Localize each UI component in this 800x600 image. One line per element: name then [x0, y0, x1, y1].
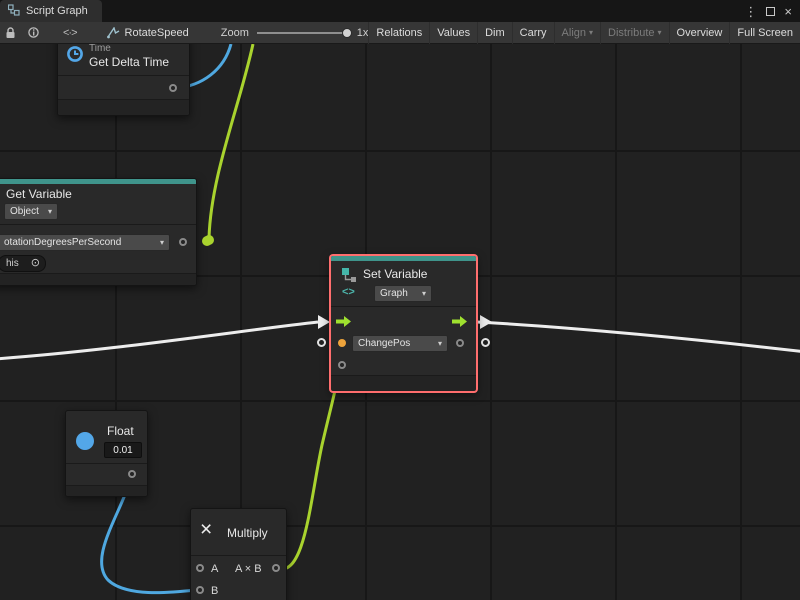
variable-name-dropdown[interactable]: otationDegreesPerSecond ▾: [0, 234, 170, 251]
distribute-button[interactable]: Distribute▾: [600, 22, 668, 44]
connection-socket-left[interactable]: [317, 338, 326, 347]
overview-button[interactable]: Overview: [669, 22, 730, 44]
port-multiply-b[interactable]: [196, 586, 204, 594]
node-divider: [331, 306, 476, 307]
chevron-down-icon: ▾: [658, 28, 662, 37]
zoom-value: 1x: [357, 27, 369, 39]
graph-name-label[interactable]: RotateSpeed: [125, 27, 189, 39]
chevron-down-icon: ▾: [438, 339, 442, 348]
port-float-output[interactable]: [128, 470, 136, 478]
node-footer: [66, 485, 147, 496]
port-set-variable-output[interactable]: [456, 339, 464, 347]
float-value: 0.01: [113, 445, 132, 456]
node-footer: [58, 99, 189, 115]
node-divider: [58, 75, 189, 76]
self-reference-field[interactable]: his ⊙: [0, 255, 46, 272]
node-float[interactable]: Float 0.01: [65, 410, 148, 497]
window-maximize-icon[interactable]: [766, 7, 775, 16]
carry-button[interactable]: Carry: [512, 22, 554, 44]
variable-name-value: ChangePos: [358, 338, 410, 349]
node-footer: [0, 273, 196, 285]
dim-button[interactable]: Dim: [477, 22, 512, 44]
port-delta-time-output[interactable]: [169, 84, 177, 92]
clock-icon: [66, 45, 84, 68]
chevron-down-icon: ▾: [48, 207, 52, 216]
zoom-slider[interactable]: [257, 32, 350, 34]
full-screen-button[interactable]: Full Screen: [729, 22, 800, 44]
script-graph-window: Time Get Delta Time Get Variable Object …: [0, 0, 800, 600]
window-close-icon[interactable]: ×: [784, 5, 792, 18]
port-set-variable-value[interactable]: [338, 361, 346, 369]
tab-bar: Script Graph ⋮ ×: [0, 0, 800, 22]
node-multiply[interactable]: × Multiply A A × B B: [190, 508, 287, 600]
port-get-variable-name[interactable]: [179, 238, 187, 246]
variable-name-dropdown[interactable]: ChangePos ▾: [352, 335, 448, 352]
node-accent-strip: [331, 256, 476, 261]
values-button[interactable]: Values: [429, 22, 477, 44]
chevron-down-icon: ▾: [422, 289, 426, 298]
port-multiply-a[interactable]: [196, 564, 204, 572]
chevron-down-icon: ▾: [589, 28, 593, 37]
flow-arrowhead-in: [318, 315, 330, 329]
scope-value: Object: [10, 206, 39, 217]
lock-icon[interactable]: [5, 22, 16, 44]
set-variable-icon: [341, 267, 357, 288]
code-view-icon[interactable]: <·>: [63, 22, 77, 44]
self-reference-label: his: [6, 258, 19, 269]
scope-value: Graph: [380, 288, 408, 299]
variable-name-value: otationDegreesPerSecond: [4, 237, 121, 248]
node-divider: [191, 555, 286, 556]
chevron-down-icon: ▾: [160, 238, 164, 247]
graph-asset-icon: [107, 22, 120, 44]
tab-script-graph[interactable]: Script Graph: [0, 0, 102, 22]
node-title: Get Variable: [6, 187, 72, 201]
node-get-variable[interactable]: Get Variable Object ▾ otationDegreesPerS…: [0, 178, 197, 286]
node-footer: [331, 375, 476, 391]
wire-white-out[interactable]: [477, 322, 800, 352]
zoom-label: Zoom: [221, 27, 249, 39]
connection-socket-right[interactable]: [481, 338, 490, 347]
flow-out-arrow-icon[interactable]: [452, 315, 468, 333]
flow-arrowhead-out: [480, 315, 492, 329]
port-label-output: A × B: [235, 563, 262, 575]
port-get-variable-output[interactable]: [202, 236, 212, 246]
zoom-slider-knob[interactable]: [342, 28, 352, 38]
node-title: Float: [107, 424, 134, 438]
info-icon[interactable]: [28, 22, 39, 44]
variable-scope-dropdown[interactable]: Object ▾: [4, 203, 58, 220]
multiply-icon: ×: [200, 519, 212, 540]
graph-tab-icon: [8, 4, 20, 19]
align-button[interactable]: Align▾: [554, 22, 600, 44]
port-set-variable-name[interactable]: [338, 339, 346, 347]
graph-toolbar: <·> RotateSpeed Zoom 1x Relations Values…: [0, 22, 800, 44]
window-controls: ⋮ ×: [744, 5, 800, 18]
wire-white-in[interactable]: [0, 322, 318, 359]
port-label-a: A: [211, 563, 218, 575]
wire-lime-top[interactable]: [209, 44, 253, 238]
float-type-icon: [76, 432, 94, 450]
variable-scope-dropdown[interactable]: Graph ▾: [374, 285, 432, 302]
port-label-b: B: [211, 585, 218, 597]
object-picker-icon[interactable]: ⊙: [31, 258, 40, 269]
node-title: Get Delta Time: [89, 55, 169, 69]
graph-variable-icon: <>: [342, 286, 355, 298]
node-title: Set Variable: [363, 267, 427, 281]
flow-in-arrow-icon[interactable]: [336, 315, 352, 333]
node-category-label: Time: [89, 43, 111, 54]
node-title: Multiply: [227, 526, 268, 540]
window-menu-icon[interactable]: ⋮: [744, 5, 757, 18]
node-divider: [66, 463, 147, 464]
tab-title: Script Graph: [26, 5, 88, 17]
node-divider: [0, 224, 196, 225]
port-multiply-output[interactable]: [272, 564, 280, 572]
float-value-input[interactable]: 0.01: [104, 442, 142, 458]
relations-button[interactable]: Relations: [368, 22, 429, 44]
node-accent-strip: [0, 179, 196, 184]
